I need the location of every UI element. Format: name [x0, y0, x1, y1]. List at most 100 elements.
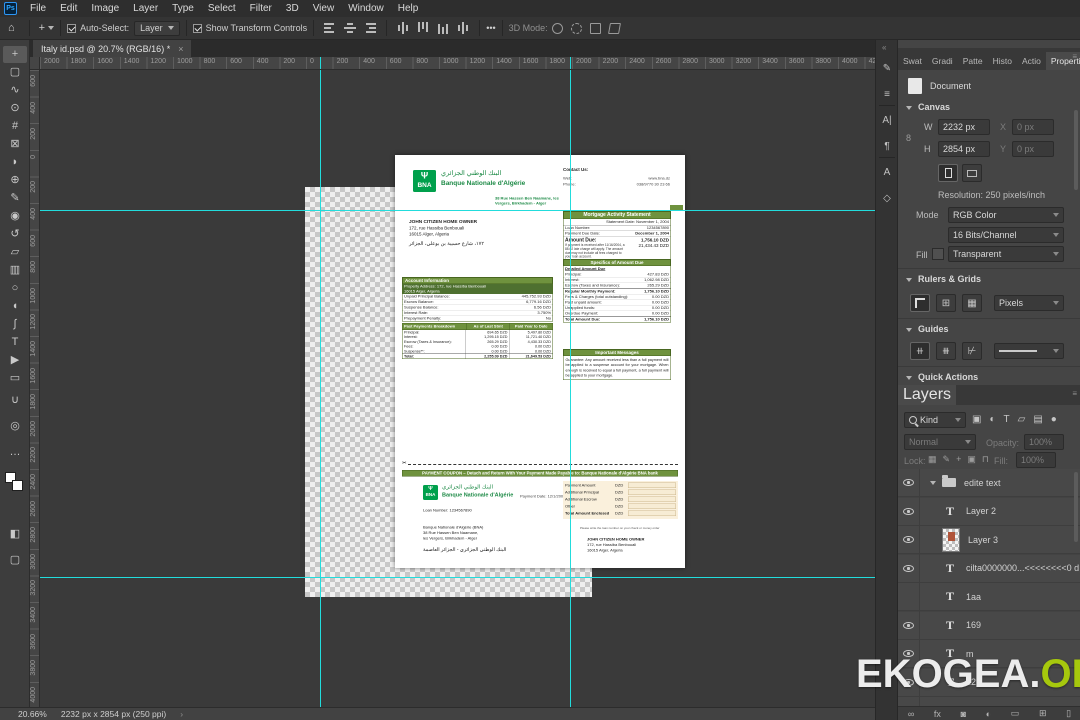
pixel-layer-filter-icon[interactable]: ▣ — [972, 414, 981, 425]
layer-name[interactable]: 169 — [966, 620, 981, 630]
chevron-down-icon[interactable] — [930, 480, 936, 485]
dock-collapse-icon[interactable]: « — [882, 43, 887, 52]
foreground-background-swatches[interactable] — [5, 472, 25, 494]
ruler-origin-corner[interactable] — [30, 57, 40, 70]
document-tab[interactable]: Italy id.psd @ 20.7% (RGB/16) * × — [33, 40, 192, 57]
smart-object-filter-icon[interactable]: ▤ — [1033, 414, 1042, 425]
scrollbar[interactable] — [1074, 110, 1078, 190]
distribute-bottom-icon[interactable] — [438, 22, 449, 34]
tab-histo[interactable]: Histo — [988, 52, 1017, 70]
tab-actio[interactable]: Actio — [1017, 52, 1046, 70]
menu-select[interactable]: Select — [201, 0, 243, 17]
layer-row[interactable]: T 169 — [898, 611, 1080, 640]
tab-gradi[interactable]: Gradi — [927, 52, 958, 70]
layer-effects-icon[interactable]: fx — [934, 709, 941, 719]
zoom-tool-icon[interactable]: ◎ — [3, 418, 27, 435]
clear-guides-icon[interactable]: ⊬ — [962, 342, 982, 360]
history-brush-tool-icon[interactable]: ↺ — [3, 226, 27, 243]
more-options-ellipsis[interactable]: ••• — [486, 23, 495, 33]
vertical-guide[interactable] — [570, 70, 571, 707]
move-tool-icon[interactable]: + — [39, 22, 45, 34]
eraser-tool-icon[interactable]: ▱ — [3, 244, 27, 261]
toggle-grid-icon[interactable]: ⊞ — [936, 294, 956, 312]
lock-all-icon[interactable]: ⊓ — [982, 454, 989, 465]
gradient-tool-icon[interactable]: ▥ — [3, 262, 27, 279]
vertical-guide[interactable] — [320, 70, 321, 707]
layer-name[interactable]: 1aa — [966, 592, 981, 602]
horizontal-ruler[interactable]: 2000 1800 1600 1400 1200 1000 800 600 400 200 0 200… — [40, 57, 875, 70]
visibility-toggle[interactable] — [898, 469, 920, 497]
menu-image[interactable]: Image — [84, 0, 126, 17]
layer-name[interactable]: cilta0000000...<<<<<<<<0 d — [966, 563, 1079, 573]
layer-name[interactable]: Layer 2 — [966, 506, 996, 516]
menu-window[interactable]: Window — [341, 0, 391, 17]
auto-select-checkbox[interactable] — [67, 23, 77, 33]
align-center-icon[interactable] — [344, 23, 357, 33]
adjustment-layer-filter-icon[interactable]: ◐ — [989, 414, 995, 425]
landscape-orientation-button[interactable] — [962, 164, 982, 182]
3d-slide-icon[interactable] — [607, 22, 621, 34]
blur-tool-icon[interactable]: ○ — [3, 280, 27, 297]
dodge-tool-icon[interactable]: ◖ — [3, 298, 27, 315]
menu-type[interactable]: Type — [165, 0, 201, 17]
lasso-tool-icon[interactable]: ∿ — [3, 82, 27, 99]
document-page[interactable]: Ψ BNA البنك الوطني الجزائري Banque Natio… — [395, 155, 685, 568]
visibility-toggle[interactable] — [898, 696, 920, 706]
layer-mask-icon[interactable]: ◙ — [961, 709, 966, 719]
object-selection-tool-icon[interactable]: ⊙ — [3, 100, 27, 117]
horizontal-guide[interactable] — [40, 577, 875, 578]
background-color-swatch[interactable] — [12, 480, 23, 491]
portrait-orientation-button[interactable] — [938, 164, 958, 182]
canvas-width-field[interactable]: 2232 px — [938, 119, 990, 135]
chevron-down-icon[interactable] — [48, 26, 55, 30]
menu-help[interactable]: Help — [391, 0, 426, 17]
lock-image-pixels-icon[interactable]: ✎ — [943, 454, 951, 465]
screen-mode-icon[interactable]: ▢ — [3, 552, 27, 569]
shape-layer-filter-icon[interactable]: ▱ — [1018, 414, 1026, 425]
character-panel-icon[interactable]: A| — [876, 110, 898, 130]
frame-tool-icon[interactable]: ⊠ — [3, 136, 27, 153]
link-layers-icon[interactable]: ∞ — [908, 709, 914, 719]
zoom-percentage[interactable]: 20.66% — [18, 709, 47, 719]
home-icon[interactable]: ⌂ — [8, 22, 15, 34]
type-tool-icon[interactable]: T — [3, 334, 27, 351]
3d-pan-icon[interactable] — [589, 22, 601, 34]
quick-mask-icon[interactable]: ◧ — [3, 526, 27, 543]
menu-layer[interactable]: Layer — [126, 0, 165, 17]
visibility-toggle[interactable] — [898, 525, 920, 554]
visibility-toggle[interactable] — [898, 611, 920, 639]
panel-menu-icon[interactable]: ≡ — [1072, 52, 1077, 61]
brush-settings-panel-icon[interactable]: ✎ — [876, 58, 898, 78]
distribute-vertical-icon[interactable] — [398, 22, 409, 34]
visibility-toggle[interactable] — [898, 497, 920, 525]
3d-orbit-icon[interactable] — [551, 22, 563, 34]
layer-row[interactable]: T01.01.1990 — [898, 696, 1080, 706]
distribute-center-icon[interactable] — [458, 22, 469, 34]
materials-panel-icon[interactable]: ◇ — [876, 188, 898, 208]
layer-filter-kind-dropdown[interactable]: Kind — [904, 412, 966, 428]
menu-filter[interactable]: Filter — [243, 0, 279, 17]
distribute-top-icon[interactable] — [418, 22, 429, 34]
show-transform-controls-checkbox[interactable] — [192, 23, 202, 33]
toggle-pixel-grid-icon[interactable]: ▦ — [962, 294, 982, 312]
horizontal-guide[interactable] — [40, 210, 875, 211]
3d-roll-icon[interactable] — [570, 22, 582, 34]
paragraph-panel-icon[interactable]: ¶ — [876, 136, 898, 156]
layer-row[interactable]: T 1aa — [898, 582, 1080, 611]
eyedropper-tool-icon[interactable]: ◗ — [3, 154, 27, 171]
menu-file[interactable]: File — [23, 0, 53, 17]
chevron-down-icon[interactable] — [906, 328, 912, 332]
move-tool-icon[interactable]: + — [3, 46, 27, 63]
new-layer-icon[interactable]: ⊞ — [1039, 708, 1047, 719]
toggle-rulers-icon[interactable] — [910, 294, 930, 312]
ruler-units-dropdown[interactable]: Pixels — [994, 295, 1064, 311]
fill-dropdown[interactable]: Transparent — [948, 246, 1064, 262]
brush-tool-icon[interactable]: ✎ — [3, 190, 27, 207]
tab-layers[interactable]: Layers — [898, 385, 957, 405]
chevron-down-icon[interactable] — [906, 376, 912, 380]
layers-panel-menu-icon[interactable]: ≡ — [1072, 389, 1077, 398]
lock-transparent-pixels-icon[interactable]: ▦ — [928, 454, 937, 465]
adjustment-layer-icon[interactable]: ◐ — [986, 709, 991, 719]
spot-healing-brush-tool-icon[interactable]: ⊕ — [3, 172, 27, 189]
layer-row[interactable]: Layer 3 — [898, 525, 1080, 554]
